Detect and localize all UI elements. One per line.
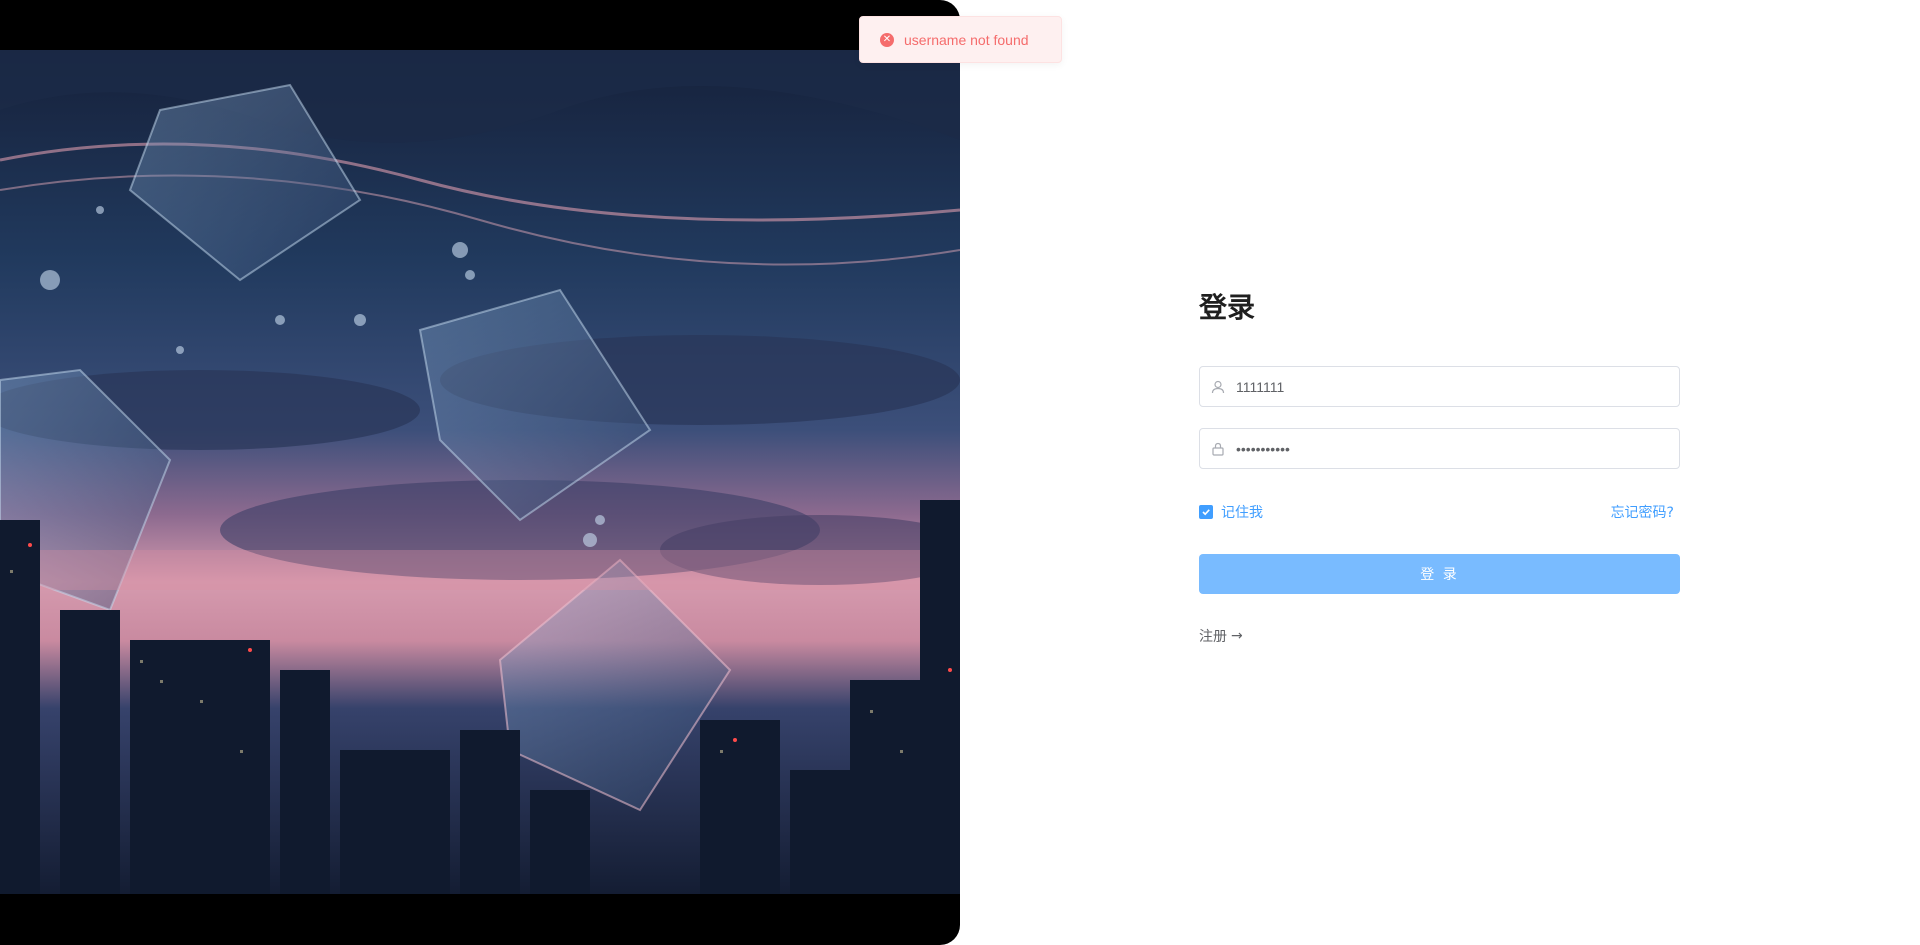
login-page: ✕ username not found 登录 1111111 ••••••••… — [0, 0, 1920, 945]
error-circle-icon: ✕ — [880, 32, 894, 47]
lock-icon — [1200, 429, 1236, 468]
arrow-right-icon: → — [1231, 628, 1243, 644]
register-label[interactable]: 注册 — [1199, 626, 1227, 646]
username-field[interactable] — [1199, 366, 1680, 407]
password-field[interactable] — [1199, 428, 1680, 469]
checkbox-checked-icon[interactable] — [1199, 505, 1213, 519]
login-form: 登录 1111111 ••••••••••• 记住我 忘记密码? 登 录 注册 … — [1199, 286, 1680, 645]
password-input[interactable] — [1236, 429, 1679, 468]
toast-message: username not found — [904, 31, 1029, 48]
login-title: 登录 — [1199, 291, 1256, 324]
login-options: 记住我 忘记密码? — [1199, 502, 1680, 522]
username-input[interactable] — [1236, 367, 1679, 406]
background-artwork — [0, 50, 960, 894]
remember-me-label[interactable]: 记住我 — [1221, 502, 1263, 522]
remember-me-checkbox[interactable]: 记住我 — [1199, 502, 1263, 522]
register-link[interactable]: 注册 → — [1199, 626, 1243, 646]
user-icon — [1200, 367, 1236, 406]
forgot-password-link[interactable]: 忘记密码? — [1611, 502, 1674, 522]
login-button[interactable]: 登 录 — [1199, 554, 1680, 594]
error-toast: ✕ username not found — [859, 16, 1062, 63]
illustration-panel — [0, 0, 960, 945]
